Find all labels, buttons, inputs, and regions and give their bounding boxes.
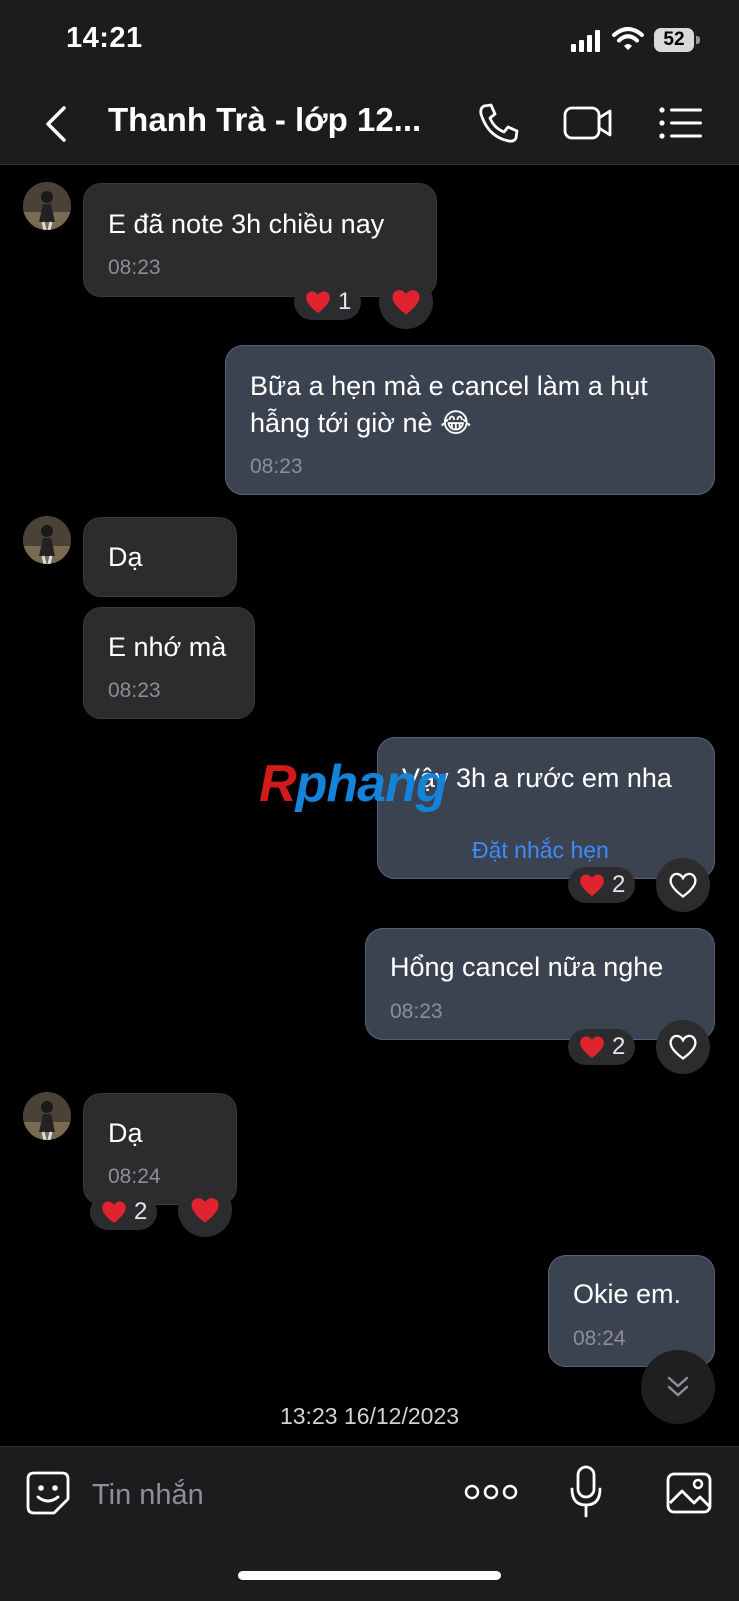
reaction-count: 2 <box>612 871 626 898</box>
incoming-message[interactable]: E nhớ mà 08:23 <box>83 607 255 719</box>
heart-icon <box>392 290 420 315</box>
microphone-icon[interactable] <box>568 1465 604 1519</box>
incoming-message[interactable]: Dạ <box>83 517 237 597</box>
react-button[interactable] <box>656 858 710 912</box>
message-text: E nhớ mà <box>108 632 227 662</box>
heart-outline-icon <box>669 872 697 898</box>
message-input[interactable] <box>92 1471 392 1519</box>
message-text: E đã note 3h chiều nay <box>108 209 385 239</box>
message-text: Dạ <box>108 1118 143 1148</box>
home-indicator <box>238 1571 501 1580</box>
message-time: 08:23 <box>108 679 161 702</box>
back-arrow-icon[interactable] <box>40 102 74 146</box>
double-chevron-down-icon <box>667 1376 689 1397</box>
message-text: Dạ <box>108 542 143 572</box>
heart-icon <box>306 291 330 313</box>
outgoing-message[interactable]: Okie em. 08:24 <box>548 1255 715 1367</box>
react-button[interactable] <box>178 1183 232 1237</box>
contact-avatar[interactable] <box>23 516 71 564</box>
contact-avatar[interactable] <box>23 1092 71 1140</box>
menu-list-icon[interactable] <box>656 100 706 146</box>
message-text: Okie em. <box>573 1279 682 1309</box>
reaction-summary[interactable]: 2 <box>568 867 636 903</box>
wifi-icon <box>612 27 644 50</box>
cellular-signal-icon <box>571 30 600 52</box>
reaction-summary[interactable]: 1 <box>294 284 362 320</box>
status-time: 14:21 <box>66 22 143 54</box>
reaction-summary[interactable]: 2 <box>90 1194 158 1230</box>
contact-avatar[interactable] <box>23 182 71 230</box>
reaction-count: 2 <box>612 1033 626 1060</box>
message-time: 08:23 <box>108 256 161 279</box>
incoming-message[interactable]: E đã note 3h chiều nay 08:23 <box>83 183 437 297</box>
heart-icon <box>580 874 604 896</box>
reaction-count: 2 <box>134 1198 148 1225</box>
message-text-line-1: Bữa a hẹn mà e cancel làm a hụt <box>250 371 648 401</box>
message-time: 08:24 <box>573 1327 626 1350</box>
message-text-line-2: hẫng tới giờ nè 😂 <box>250 408 472 438</box>
heart-outline-icon <box>669 1034 697 1060</box>
message-time: 08:23 <box>390 1000 443 1023</box>
date-separator: 13:23 16/12/2023 <box>279 1403 460 1429</box>
reaction-summary[interactable]: 2 <box>568 1029 636 1065</box>
sticker-emoji-icon[interactable] <box>24 1469 72 1517</box>
heart-icon <box>102 1201 126 1223</box>
message-time: 08:23 <box>250 455 303 478</box>
battery-level: 52 <box>663 29 685 50</box>
image-gallery-icon[interactable] <box>665 1469 713 1517</box>
battery-icon: 52 <box>654 28 700 52</box>
heart-icon <box>580 1036 604 1058</box>
video-call-icon[interactable] <box>563 100 613 146</box>
conversation-title[interactable]: Thanh Trà - lớp 12... <box>108 101 438 139</box>
react-button[interactable] <box>656 1020 710 1074</box>
phone-call-icon[interactable] <box>474 100 524 146</box>
react-button[interactable] <box>379 275 433 329</box>
top-bar: 14:21 52 Thanh Trà - lớp 12... <box>0 0 739 165</box>
outgoing-message[interactable]: Hổng cancel nữa nghe 08:23 <box>365 928 715 1040</box>
more-options-icon[interactable] <box>464 1481 518 1503</box>
watermark-logo: Rphang <box>259 755 448 813</box>
reaction-count: 1 <box>338 288 352 315</box>
outgoing-message[interactable]: Bữa a hẹn mà e cancel làm a hụt hẫng tới… <box>225 345 715 495</box>
set-reminder-link[interactable]: Đặt nhắc hẹn <box>472 837 609 864</box>
message-time: 08:24 <box>108 1165 161 1188</box>
heart-icon <box>191 1198 219 1223</box>
message-text: Hổng cancel nữa nghe <box>390 952 664 982</box>
